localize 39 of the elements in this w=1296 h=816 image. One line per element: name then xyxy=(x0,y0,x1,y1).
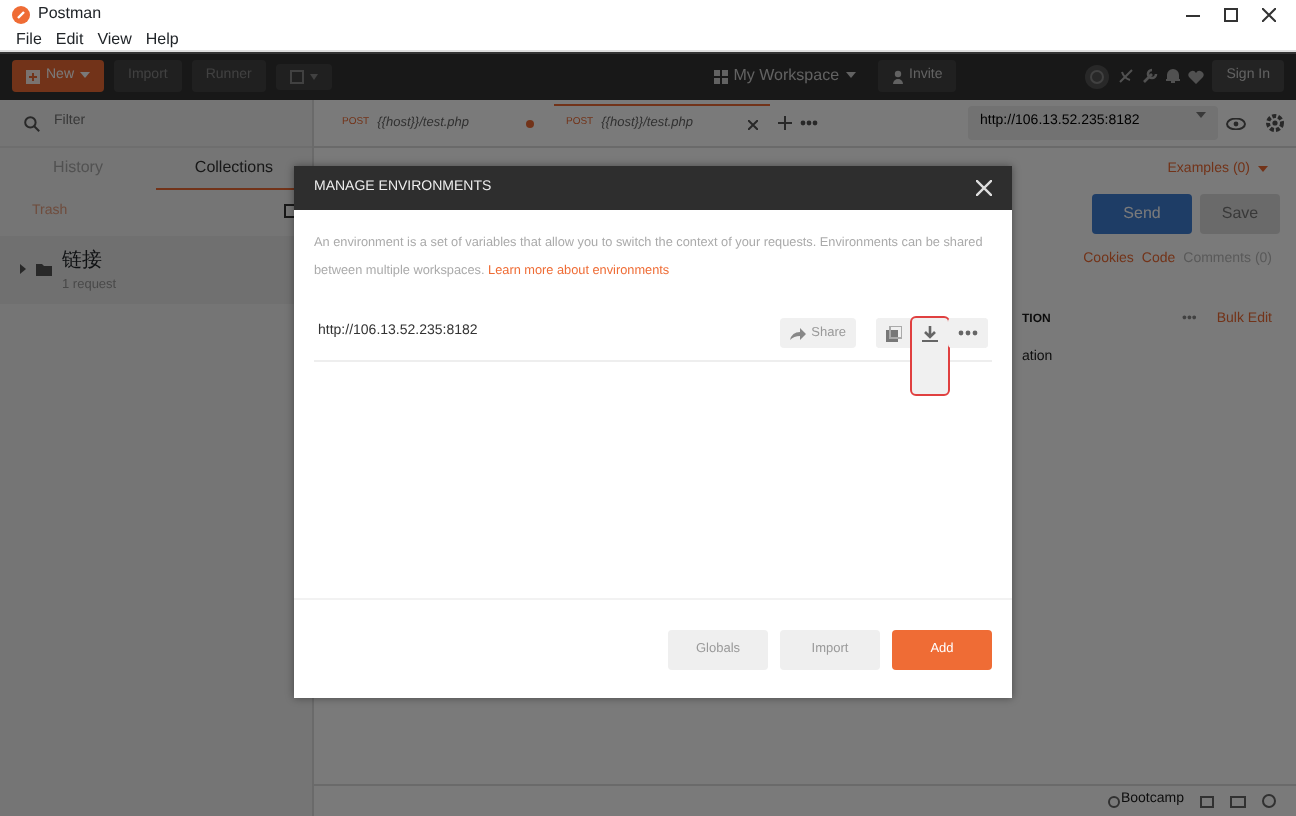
caret-icon xyxy=(1258,166,1268,175)
duplicate-icon xyxy=(886,325,902,341)
chevron-icon xyxy=(20,264,26,275)
unsaved-dot-icon xyxy=(526,120,534,128)
window-title: Postman xyxy=(38,2,102,26)
plus-icon[interactable] xyxy=(778,116,792,130)
download-button[interactable] xyxy=(912,318,948,394)
download-icon xyxy=(922,326,938,342)
menu-item[interactable]: File xyxy=(16,27,42,51)
postman-logo-icon xyxy=(12,5,30,23)
collection-name: 链接 xyxy=(62,247,104,275)
bell-icon[interactable] xyxy=(1166,68,1181,84)
eye-icon[interactable] xyxy=(1226,117,1246,129)
maximize-icon[interactable] xyxy=(1224,7,1238,21)
keyboard-icon[interactable] xyxy=(1230,795,1246,807)
layout-icon[interactable] xyxy=(1200,795,1214,807)
workspace-dropdown[interactable]: My Workspace xyxy=(699,58,870,94)
caret-icon xyxy=(80,72,91,80)
caret-icon xyxy=(1196,112,1206,121)
menu-item[interactable]: Help xyxy=(145,27,179,51)
plus-icon xyxy=(26,69,40,83)
settings-icon[interactable] xyxy=(1266,114,1284,132)
more-icon[interactable] xyxy=(800,120,818,126)
more-button[interactable] xyxy=(948,318,988,348)
menu-item[interactable]: Edit xyxy=(55,27,84,51)
send-button[interactable]: Send xyxy=(1092,193,1192,233)
close-icon[interactable] xyxy=(1262,7,1276,21)
person-plus-icon xyxy=(891,69,904,83)
more-icon xyxy=(958,330,978,336)
help-icon[interactable] xyxy=(1262,794,1276,808)
menu-item[interactable]: View xyxy=(97,27,132,51)
caret-icon xyxy=(845,72,856,80)
heart-icon[interactable] xyxy=(1188,69,1205,83)
wrench-icon[interactable] xyxy=(1142,68,1159,84)
folder-icon xyxy=(36,263,52,276)
share-arrow-icon xyxy=(789,327,806,339)
window-plus-icon xyxy=(289,69,318,83)
grid-icon xyxy=(713,69,728,83)
search-icon xyxy=(24,115,40,131)
